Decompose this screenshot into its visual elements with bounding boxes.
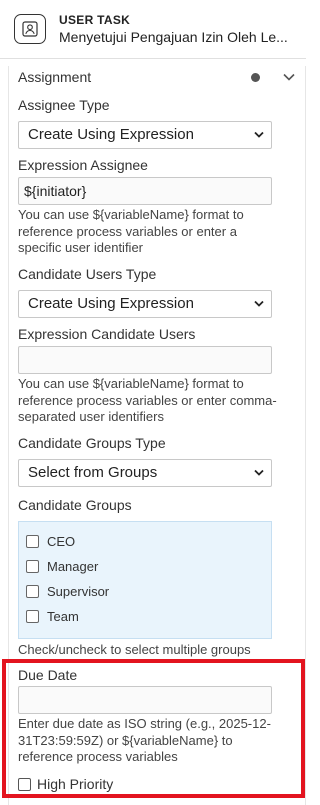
high-priority-checkbox[interactable] [18,777,31,791]
group-checkbox[interactable] [26,610,39,623]
assignee-type-value: Create Using Expression [28,126,194,143]
group-checkbox[interactable] [26,560,39,573]
group-title-assignment[interactable]: Assignment [18,69,91,85]
group-option-label: CEO [47,534,76,549]
candidate-groups-type-label: Candidate Groups Type [18,435,166,451]
expression-assignee-help: You can use ${variableName} format to re… [18,207,244,255]
group-option-ceo[interactable]: CEO [26,534,75,549]
high-priority-option[interactable]: High Priority [18,776,113,792]
high-priority-label: High Priority [37,776,114,792]
candidate-groups-list: CEO Manager Supervisor Team [18,521,272,639]
candidate-groups-type-select[interactable]: Select from Groups [18,459,272,487]
group-checkbox[interactable] [26,535,39,548]
expression-candidate-users-help: You can use ${variableName} format to re… [18,376,277,424]
user-task-icon [14,14,46,44]
expression-candidate-users-label: Expression Candidate Users [18,326,196,342]
group-checkbox[interactable] [26,585,39,598]
assignee-type-select[interactable]: Create Using Expression [18,121,272,149]
group-option-supervisor[interactable]: Supervisor [26,584,109,599]
chevron-down-icon[interactable] [282,70,296,84]
candidate-users-type-value: Create Using Expression [28,295,194,312]
element-type-label: USER TASK [59,13,131,27]
candidate-groups-type-value: Select from Groups [28,464,158,481]
group-option-team[interactable]: Team [26,609,79,624]
chevron-down-icon [254,300,264,307]
element-name: Menyetujui Pengajuan Izin Oleh Le... [59,29,288,45]
chevron-down-icon [254,131,264,138]
group-has-entries-indicator [251,73,260,82]
chevron-down-icon [254,469,264,476]
expression-assignee-label: Expression Assignee [18,157,148,173]
candidate-users-type-label: Candidate Users Type [18,266,157,282]
group-option-label: Manager [47,559,99,574]
candidate-groups-help: Check/uncheck to select multiple groups [18,642,251,657]
candidate-users-type-select[interactable]: Create Using Expression [18,290,272,318]
expression-candidate-users-input[interactable] [18,346,272,374]
element-header: USER TASK Menyetujui Pengajuan Izin Oleh… [0,0,306,59]
group-option-label: Team [47,609,79,624]
expression-assignee-input[interactable]: ${initiator} [18,177,272,205]
assignee-type-label: Assignee Type [18,97,110,113]
group-option-manager[interactable]: Manager [26,559,98,574]
candidate-groups-label: Candidate Groups [18,497,132,513]
group-option-label: Supervisor [47,584,110,599]
